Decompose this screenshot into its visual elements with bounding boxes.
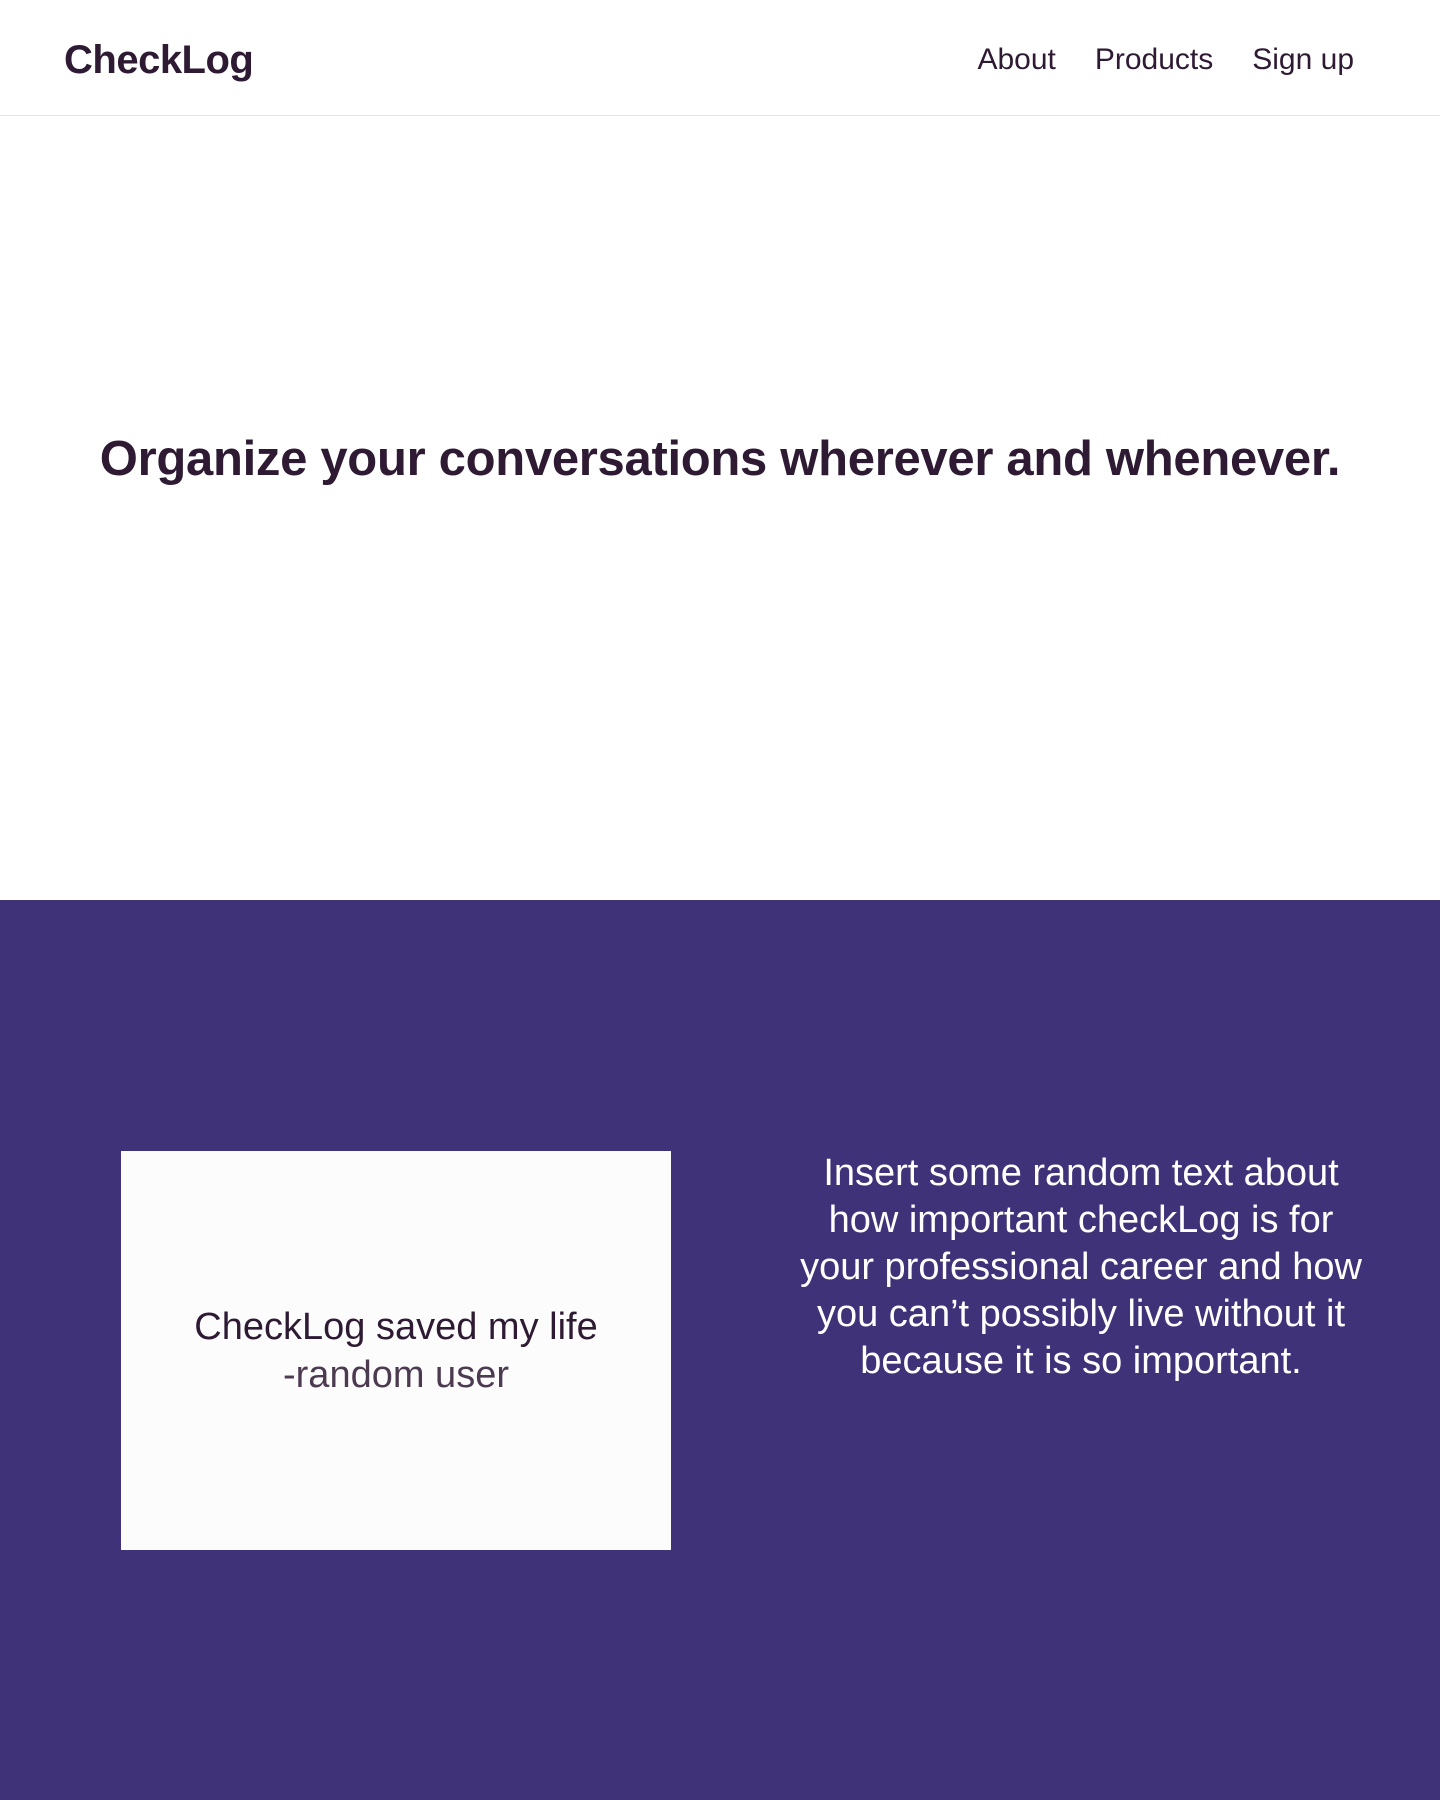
testimonial-quote: CheckLog saved my life xyxy=(194,1305,598,1348)
brand-logo[interactable]: CheckLog xyxy=(64,34,254,86)
hero-section: Organize your conversations wherever and… xyxy=(0,117,1440,900)
nav-link-products[interactable]: Products xyxy=(1095,38,1213,82)
testimonial-card: CheckLog saved my life -random user xyxy=(121,1151,671,1550)
feature-section: CheckLog saved my life -random user Inse… xyxy=(0,900,1440,1800)
nav-link-sign-up[interactable]: Sign up xyxy=(1252,38,1354,82)
site-header: CheckLog About Products Sign up xyxy=(0,0,1440,116)
feature-description: Insert some random text about how import… xyxy=(800,1152,1362,1382)
hero-title: Organize your conversations wherever and… xyxy=(99,431,1341,486)
testimonial-author: -random user xyxy=(283,1353,509,1396)
nav-link-about[interactable]: About xyxy=(977,38,1055,82)
main-nav: About Products Sign up xyxy=(977,38,1354,82)
